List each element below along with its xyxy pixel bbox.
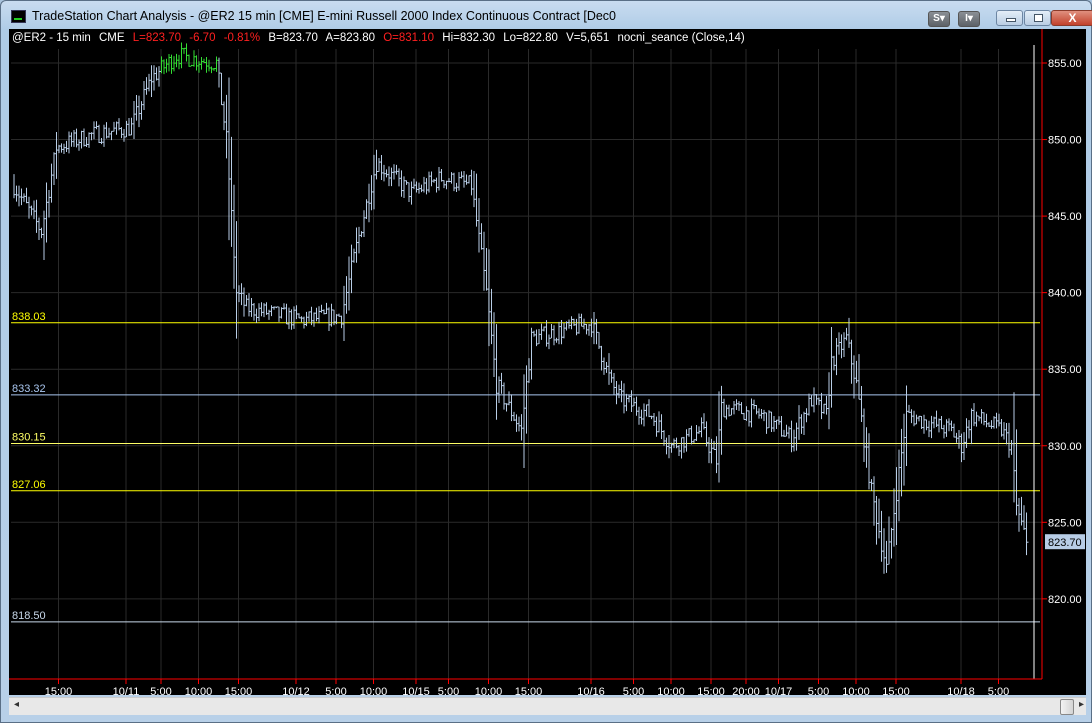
s-menu-button[interactable]: S▾	[928, 11, 950, 27]
indicator-label: nocni_seance (Close,14)	[617, 32, 745, 44]
x-tick-label: 10:00	[842, 686, 870, 695]
title-bar: TradeStation Chart Analysis - @ER2 15 mi…	[1, 1, 1092, 29]
bid-price: B=823.70	[268, 32, 318, 44]
x-tick-label: 10:00	[657, 686, 685, 695]
i-label: I	[965, 13, 968, 24]
window-frame: TradeStation Chart Analysis - @ER2 15 mi…	[0, 0, 1092, 723]
x-tick-label: 5:00	[623, 686, 644, 695]
x-tick-label: 15:00	[515, 686, 543, 695]
restore-icon	[1034, 14, 1043, 22]
price-chart: 855.00 850.00 845.00 840.00 835.00 830.00 825.…	[9, 29, 1085, 695]
y-tick-label: 820.00	[1048, 594, 1082, 606]
last-price: L=823.70	[132, 32, 182, 44]
x-tick-label: 15:00	[697, 686, 725, 695]
x-tick-label: 5:00	[150, 686, 171, 695]
s-label: S	[933, 13, 940, 24]
x-tick-label: 15:00	[882, 686, 910, 695]
open-price: O=831.10	[383, 32, 435, 44]
x-tick-label: 5:00	[438, 686, 459, 695]
y-tick-label: 845.00	[1048, 211, 1082, 223]
x-tick-label: 10/11	[113, 686, 140, 695]
x-tick-label: 10:00	[360, 686, 388, 695]
level-label: 827.06	[12, 479, 46, 491]
i-menu-button[interactable]: I▾	[958, 11, 980, 27]
x-tick-label: 15:00	[225, 686, 253, 695]
x-tick-label: 10/17	[765, 686, 793, 695]
horizontal-scrollbar[interactable]: ◂ ▸	[9, 697, 1086, 715]
low-price: Lo=822.80	[503, 32, 558, 44]
close-button[interactable]: X	[1051, 10, 1092, 26]
maximize-button[interactable]	[1024, 10, 1051, 26]
x-tick-label: 10/16	[577, 686, 605, 695]
minimize-button[interactable]	[996, 10, 1023, 26]
x-tick-label: 10/12	[282, 686, 310, 695]
x-tick-label: 15:00	[45, 686, 73, 695]
x-tick-label: 10:00	[185, 686, 213, 695]
y-tick-label: 855.00	[1048, 58, 1082, 70]
level-label: 830.15	[12, 431, 46, 443]
level-label: 833.32	[12, 383, 46, 395]
close-icon: X	[1068, 11, 1077, 25]
x-tick-label: 20:00	[732, 686, 760, 695]
exchange-label: CME	[99, 32, 125, 44]
last-price-label: 823.70	[1048, 537, 1082, 549]
scroll-right-icon[interactable]: ▸	[1079, 699, 1084, 710]
percent-change: -0.81%	[223, 32, 261, 44]
y-tick-label: 830.00	[1048, 441, 1082, 453]
scroll-thumb[interactable]	[1060, 699, 1074, 715]
x-tick-label: 5:00	[988, 686, 1009, 695]
volume: V=5,651	[566, 32, 610, 44]
info-bar: @ER2 - 15 min CME L=823.70 -6.70 -0.81% …	[12, 32, 750, 44]
y-tick-label: 825.00	[1048, 517, 1082, 529]
y-tick-label: 840.00	[1048, 288, 1082, 300]
app-icon	[11, 10, 26, 23]
high-price: Hi=832.30	[442, 32, 496, 44]
window-title: TradeStation Chart Analysis - @ER2 15 mi…	[32, 9, 617, 23]
y-tick-label: 835.00	[1048, 364, 1082, 376]
ask-price: A=823.80	[325, 32, 376, 44]
level-label: 818.50	[12, 610, 46, 622]
minimize-icon	[1006, 18, 1016, 22]
x-tick-label: 10/18	[947, 686, 975, 695]
symbol-label: @ER2 - 15 min	[12, 32, 91, 44]
y-tick-label: 850.00	[1048, 135, 1082, 147]
net-change: -6.70	[189, 32, 216, 44]
x-tick-label: 10:00	[475, 686, 503, 695]
level-label: 838.03	[12, 311, 46, 323]
x-tick-label: 5:00	[325, 686, 346, 695]
x-tick-label: 5:00	[808, 686, 829, 695]
scroll-left-icon[interactable]: ◂	[14, 699, 19, 710]
x-tick-label: 10/15	[402, 686, 430, 695]
chart-area[interactable]: @ER2 - 15 min CME L=823.70 -6.70 -0.81% …	[9, 29, 1086, 695]
